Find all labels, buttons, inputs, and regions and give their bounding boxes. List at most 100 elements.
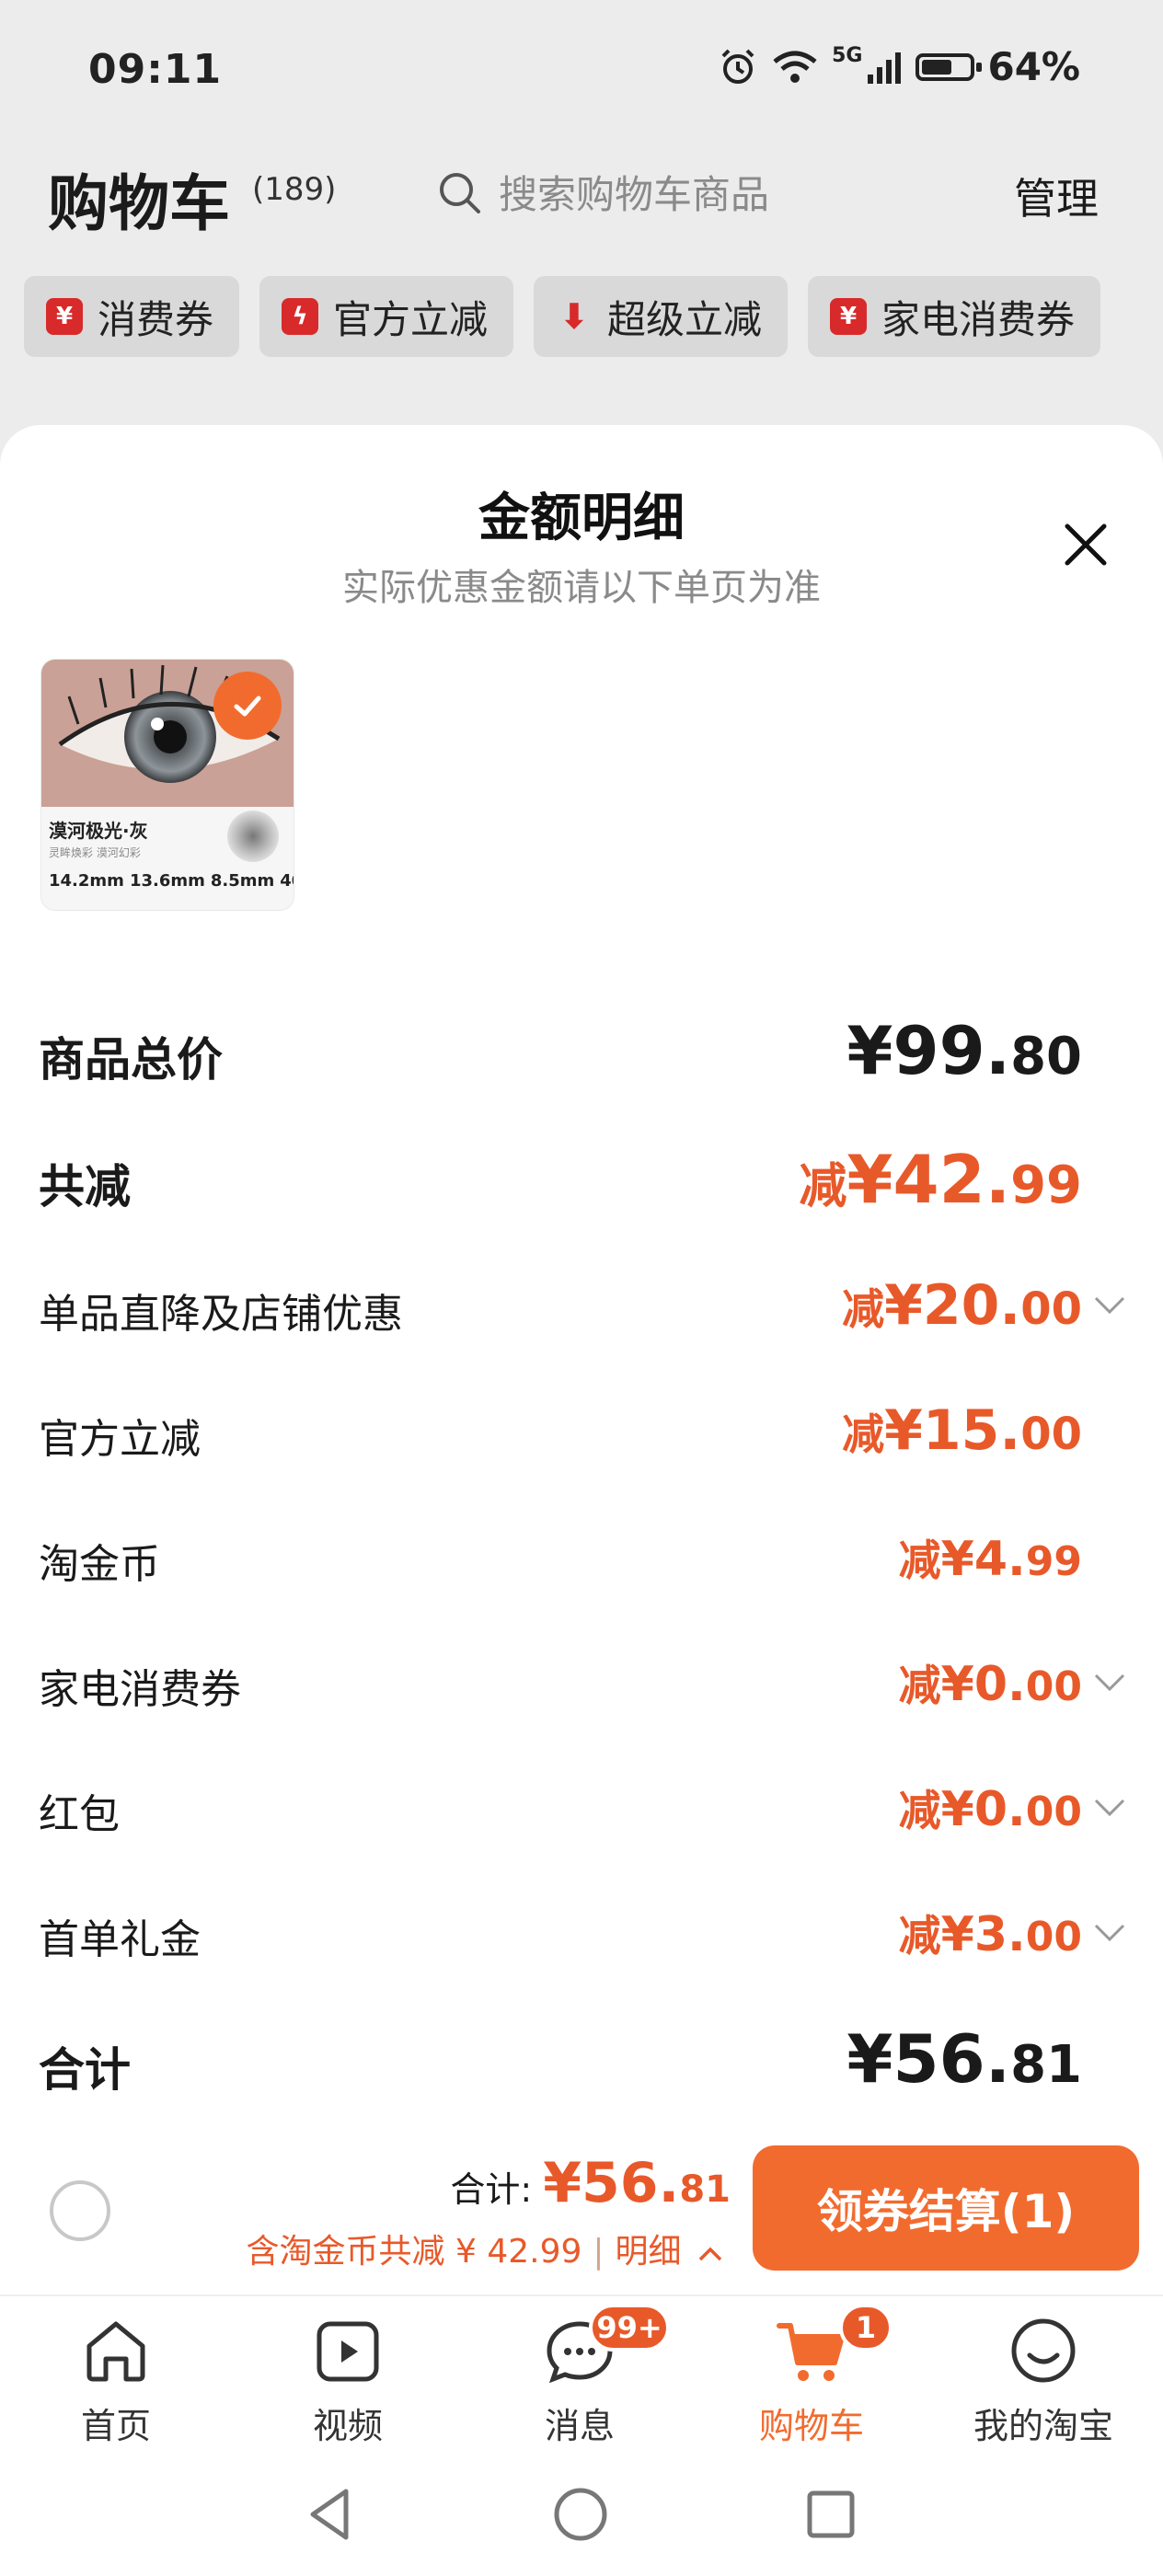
- signal-icon: [868, 52, 902, 84]
- spec-value: 14.2mm: [49, 871, 124, 891]
- chip-label: 消费券: [98, 296, 214, 342]
- discount-row-value[interactable]: 减¥3.00: [899, 1903, 1082, 1963]
- chevron-up-icon[interactable]: [697, 2246, 723, 2262]
- tab-home[interactable]: 首页: [0, 2309, 232, 2448]
- total-discount-value: 减¥42.99: [799, 1141, 1082, 1218]
- amount-dec: 00: [1025, 1788, 1082, 1835]
- discount-summary[interactable]: 含淘金币共减 ¥ 42.99 | 明细: [247, 2225, 723, 2272]
- tab-video[interactable]: 视频: [232, 2309, 464, 2448]
- discount-row-label: 官方立减: [39, 1416, 201, 1463]
- subtotal-value: ¥99.80: [846, 1012, 1082, 1089]
- amount-dec: 80: [1010, 1027, 1082, 1087]
- discount-row-value[interactable]: 减¥0.00: [899, 1777, 1082, 1838]
- amount-int: ¥56.: [846, 2020, 1011, 2098]
- checkout-button[interactable]: 领券结算(1): [753, 2145, 1139, 2271]
- amount-prefix: 减: [842, 1284, 885, 1334]
- select-all-checkbox[interactable]: [50, 2180, 110, 2241]
- cart-badge: 1: [839, 2304, 892, 2352]
- tab-cart[interactable]: 购物车: [696, 2309, 927, 2448]
- amount-int: ¥4.: [940, 1532, 1026, 1587]
- bottom-total: 合计: ¥56.81: [450, 2151, 731, 2215]
- lens-preview-icon: [227, 811, 279, 862]
- amount-prefix: 减: [799, 1159, 847, 1214]
- amount-int: ¥99.: [846, 1012, 1011, 1089]
- cart-icon: [777, 2323, 845, 2381]
- chip-consumer-coupon[interactable]: ¥ 消费券: [24, 276, 240, 357]
- home-nav-icon[interactable]: [550, 2484, 611, 2545]
- discount-row-value[interactable]: 减¥0.00: [899, 1652, 1082, 1713]
- sheet-title: 金额明细: [478, 489, 685, 548]
- spec-value: 8.5mm: [210, 871, 275, 891]
- chip-appliance-coupon[interactable]: ¥ 家电消费券: [808, 276, 1101, 357]
- chevron-down-icon[interactable]: [1093, 1673, 1126, 1693]
- amount-dec: 00: [1020, 1283, 1082, 1335]
- grand-total-label: 合计: [39, 2043, 131, 2097]
- total-label: 合计:: [450, 2169, 533, 2210]
- subtotal-label: 商品总价: [39, 1033, 223, 1087]
- cart-count: (189): [252, 171, 337, 208]
- discount-row-value: 减¥4.99: [899, 1527, 1082, 1588]
- chevron-down-icon[interactable]: [1093, 1295, 1126, 1316]
- down-arrow-icon: ⬇: [559, 296, 589, 337]
- yen-coupon-icon: ¥: [830, 298, 868, 335]
- grand-total-value: ¥56.81: [846, 2020, 1082, 2098]
- yen-coupon-icon: ¥: [46, 298, 83, 335]
- tab-label: 购物车: [758, 2406, 864, 2446]
- search-input[interactable]: 搜索购物车商品: [436, 164, 769, 220]
- amount-int: ¥3.: [940, 1907, 1026, 1962]
- product-specs: 14.2mm 13.6mm 8.5mm 40%: [49, 871, 294, 891]
- spec-value: 40%: [280, 871, 294, 891]
- discount-row-label: 首单礼金: [39, 1916, 201, 1963]
- back-icon[interactable]: [300, 2484, 361, 2545]
- close-icon[interactable]: [1060, 519, 1111, 570]
- product-info: 漠河极光·灰 灵眸焕彩 漠河幻彩 14.2mm 13.6mm 8.5mm 40%: [41, 807, 294, 910]
- lightning-icon: ϟ: [282, 298, 319, 335]
- tab-label: 视频: [312, 2406, 383, 2446]
- tab-label: 我的淘宝: [973, 2406, 1113, 2446]
- discount-row-label: 红包: [39, 1791, 120, 1838]
- amount-int: ¥15.: [884, 1398, 1021, 1463]
- amount-int: ¥20.: [884, 1273, 1021, 1338]
- manage-button[interactable]: 管理: [1014, 166, 1099, 226]
- discount-row-label: 家电消费券: [39, 1666, 241, 1713]
- discount-row-label: 单品直降及店铺优惠: [39, 1291, 403, 1338]
- amount-prefix: 减: [842, 1409, 885, 1459]
- home-icon: [86, 2321, 145, 2382]
- total-int: ¥56.: [543, 2151, 680, 2215]
- page-title: 购物车: [48, 168, 230, 239]
- total-dec: 81: [679, 2168, 731, 2211]
- smile-icon: [1011, 2318, 1076, 2383]
- discount-row-value: 减¥15.00: [842, 1398, 1082, 1463]
- chip-super-discount[interactable]: ⬇ 超级立减: [534, 276, 789, 357]
- discount-row-value[interactable]: 减¥20.00: [842, 1273, 1082, 1338]
- discount-summary-text: 含淘金币共减 ¥ 42.99: [246, 2233, 582, 2271]
- chip-official-discount[interactable]: ϟ 官方立减: [259, 276, 514, 357]
- status-time: 09:11: [88, 46, 223, 93]
- amount-dec: 99: [1010, 1156, 1082, 1215]
- spec-value: 13.6mm: [129, 871, 205, 891]
- check-icon[interactable]: [213, 672, 282, 740]
- battery-icon: [915, 52, 983, 81]
- chevron-down-icon[interactable]: [1093, 1798, 1126, 1818]
- tab-label: 消息: [544, 2406, 615, 2446]
- recents-icon[interactable]: [800, 2484, 861, 2545]
- search-placeholder: 搜索购物车商品: [499, 172, 770, 217]
- amount-int: ¥42.: [846, 1141, 1011, 1218]
- battery-percent: 64%: [987, 44, 1080, 89]
- chip-label: 官方立减: [333, 296, 489, 342]
- chip-label: 超级立减: [607, 296, 763, 342]
- amount-prefix: 减: [898, 1911, 941, 1961]
- tab-label: 首页: [80, 2406, 151, 2446]
- detail-link[interactable]: 明细: [616, 2233, 682, 2271]
- amount-dec: 00: [1020, 1409, 1082, 1460]
- chip-label: 家电消费券: [881, 296, 1076, 342]
- video-play-icon: [317, 2321, 379, 2382]
- alarm-icon: [721, 49, 754, 84]
- wifi-icon: [773, 51, 817, 83]
- total-discount-label: 共减: [39, 1160, 131, 1213]
- amount-int: ¥0.: [940, 1782, 1026, 1837]
- amount-dec: 00: [1025, 1663, 1082, 1710]
- amount-dec: 00: [1025, 1914, 1082, 1961]
- tab-my-taobao[interactable]: 我的淘宝: [927, 2309, 1159, 2448]
- chevron-down-icon[interactable]: [1093, 1923, 1126, 1943]
